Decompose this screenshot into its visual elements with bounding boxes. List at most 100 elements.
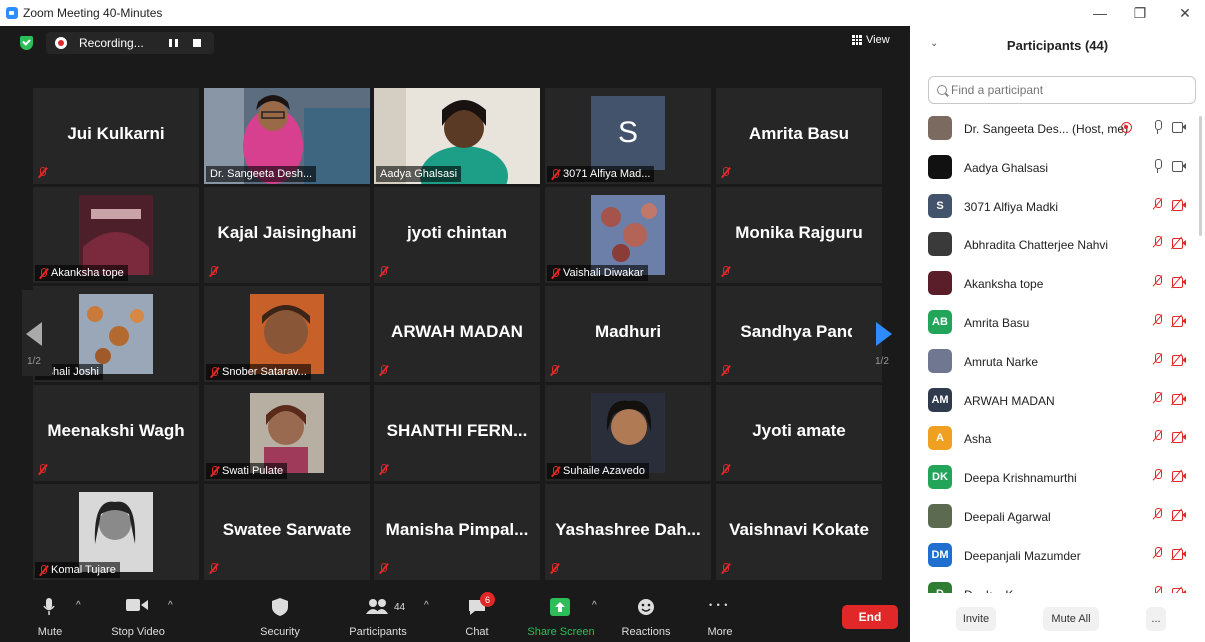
microphone-icon[interactable] — [1154, 158, 1162, 174]
reactions-button[interactable]: Reactions — [616, 586, 676, 642]
end-meeting-button[interactable]: End — [842, 605, 898, 629]
participant-row[interactable]: DK Deepa Krishnamurthi — [910, 458, 1200, 497]
participant-search-box[interactable] — [928, 76, 1196, 104]
security-button[interactable]: Security — [255, 586, 305, 642]
mic-muted-icon[interactable] — [1154, 585, 1162, 593]
stop-video-button[interactable]: Stop Video — [104, 586, 172, 642]
video-camera-icon[interactable] — [1172, 160, 1186, 172]
participant-avatar: D — [928, 581, 952, 593]
mic-muted-icon[interactable] — [1154, 275, 1162, 290]
mic-muted-icon[interactable] — [1154, 391, 1162, 407]
video-tile[interactable]: Meenakshi Wagh — [33, 385, 199, 481]
panel-more-button[interactable]: ... — [1146, 607, 1166, 631]
participant-name: Jyoti amate — [752, 421, 846, 440]
mic-muted-icon[interactable] — [1154, 546, 1162, 562]
video-tile[interactable]: Manisha Pimpal... — [374, 484, 540, 580]
video-tile[interactable]: Jui Kulkarni — [33, 88, 199, 184]
mic-muted-icon — [550, 365, 559, 376]
participant-search-input[interactable] — [951, 83, 1181, 97]
participant-row[interactable]: DM Deepanjali Mazumder — [910, 536, 1200, 575]
video-options-caret-icon[interactable]: ^ — [168, 600, 173, 611]
mic-muted-icon — [551, 267, 560, 279]
participant-avatar: AM — [928, 387, 952, 412]
video-camera-icon[interactable] — [1172, 122, 1186, 133]
view-button[interactable]: View — [852, 34, 890, 46]
video-tile[interactable]: Madhuri — [545, 286, 711, 382]
mic-muted-icon — [379, 563, 388, 574]
video-tile[interactable]: S 3071 Alfiya Mad... — [545, 88, 711, 184]
participant-row[interactable]: A Asha — [910, 419, 1200, 458]
search-icon — [937, 85, 947, 95]
participant-row[interactable]: Amruta Narke — [910, 342, 1200, 381]
restore-button[interactable]: ❐ — [1120, 0, 1160, 26]
mic-muted-icon[interactable] — [1154, 469, 1162, 484]
video-tile[interactable]: Jyoti amate — [716, 385, 882, 481]
participant-row[interactable]: Deepali Agarwal — [910, 497, 1200, 536]
video-tile[interactable]: Akanksha tope — [33, 187, 199, 283]
participant-avatar — [928, 116, 952, 140]
mute-button[interactable]: Mute — [30, 586, 70, 642]
mic-muted-icon[interactable] — [1154, 197, 1162, 213]
stop-recording-icon[interactable] — [193, 39, 201, 47]
participant-row[interactable]: Akanksha tope — [910, 264, 1200, 303]
participant-row[interactable]: AB Amrita Basu — [910, 303, 1200, 342]
mic-muted-icon[interactable] — [1154, 352, 1162, 368]
mic-muted-icon[interactable] — [1154, 236, 1162, 251]
participant-avatar: A — [928, 426, 952, 451]
participants-scrollbar[interactable] — [1199, 116, 1202, 236]
video-tile[interactable]: jyoti chintan — [374, 187, 540, 283]
pause-recording-icon[interactable] — [169, 39, 178, 47]
encryption-shield-icon[interactable] — [20, 36, 33, 50]
video-tile[interactable]: Swati Pulate — [204, 385, 370, 481]
video-tile[interactable]: ARWAH MADAN — [374, 286, 540, 382]
security-label: Security — [260, 626, 300, 638]
participant-row[interactable]: Abhradita Chatterjee Nahvi — [910, 225, 1200, 264]
participant-label: Vaishali Diwakar — [547, 265, 648, 281]
video-tile[interactable]: aishali Joshi — [33, 286, 199, 382]
video-tile[interactable]: Swatee Sarwate — [204, 484, 370, 580]
participant-label: 3071 Alfiya Mad... — [547, 166, 655, 182]
video-tile-active-speaker[interactable]: Aadya Ghalsasi — [374, 88, 540, 184]
more-button[interactable]: • • • More — [700, 586, 740, 642]
video-tile[interactable]: Vaishnavi Kokate — [716, 484, 882, 580]
participant-name: Manisha Pimpal... — [385, 520, 529, 539]
participant-name: Swatee Sarwate — [222, 520, 352, 539]
share-screen-button[interactable]: Share Screen — [524, 586, 598, 642]
video-tile[interactable]: SHANTHI FERN... — [374, 385, 540, 481]
minimize-button[interactable]: — — [1080, 0, 1120, 26]
video-tile[interactable]: Kajal Jaisinghani — [204, 187, 370, 283]
participants-button[interactable]: Participants — [344, 586, 412, 642]
video-tile[interactable]: Yashashree Dah... — [545, 484, 711, 580]
mic-muted-icon[interactable] — [1154, 508, 1162, 523]
microphone-icon — [43, 598, 55, 615]
mic-muted-icon — [210, 465, 219, 477]
video-tile[interactable]: Komal Tujare — [33, 484, 199, 580]
participant-row[interactable]: DD... k... K... — [910, 575, 1200, 593]
video-tile[interactable]: Dr. Sangeeta Desh... — [204, 88, 370, 184]
video-tile[interactable]: Amrita Basu — [716, 88, 882, 184]
share-options-caret-icon[interactable]: ^ — [592, 600, 597, 611]
mute-label: Mute — [37, 626, 63, 638]
video-tile[interactable]: Snober Satarav... — [204, 286, 370, 382]
mic-muted-icon — [210, 366, 219, 378]
participants-options-caret-icon[interactable]: ^ — [424, 600, 429, 611]
participant-row[interactable]: Dr. Sangeeta Des... (Host, me) — [910, 109, 1200, 148]
mic-muted-icon[interactable] — [1154, 430, 1162, 445]
audio-options-caret-icon[interactable]: ^ — [76, 600, 81, 611]
mic-muted-icon[interactable] — [1154, 314, 1162, 329]
participant-row[interactable]: S 3071 Alfiya Madki — [910, 187, 1200, 226]
microphone-icon[interactable] — [1154, 120, 1162, 135]
close-button[interactable]: ✕ — [1165, 0, 1205, 26]
video-tile[interactable]: Vaishali Diwakar — [545, 187, 711, 283]
participant-name: 3071 Alfiya Madki — [964, 199, 1059, 214]
video-tile[interactable]: Monika Rajguru — [716, 187, 882, 283]
mic-muted-icon — [721, 266, 730, 277]
mic-muted-icon — [209, 563, 218, 574]
mute-all-button[interactable]: Mute All — [1043, 607, 1099, 631]
participant-row[interactable]: AM ARWAH MADAN — [910, 381, 1200, 420]
participant-row[interactable]: Aadya Ghalsasi — [910, 148, 1200, 187]
participant-name: ARWAH MADAN — [391, 322, 523, 341]
video-tile[interactable]: Suhaile Azavedo — [545, 385, 711, 481]
invite-button[interactable]: Invite — [956, 607, 996, 631]
participant-label: Suhaile Azavedo — [547, 463, 649, 479]
